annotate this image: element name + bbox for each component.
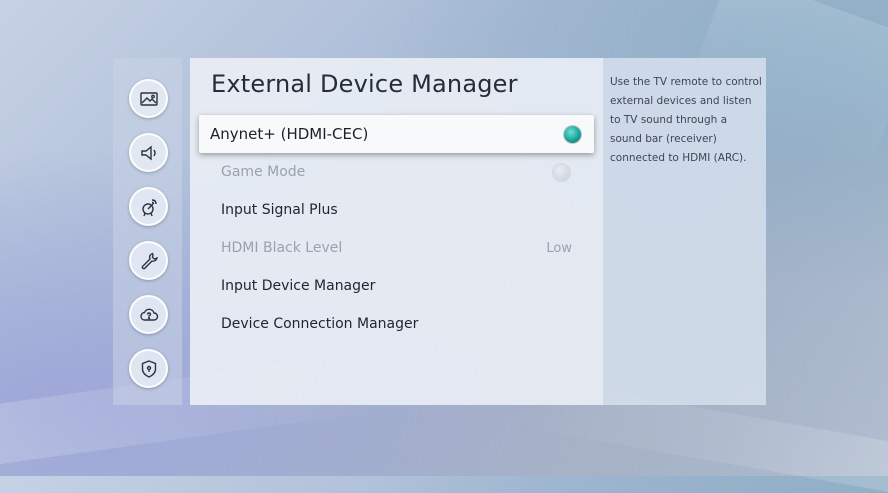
toggle-off-indicator	[553, 164, 570, 181]
privacy-shield-icon[interactable]	[129, 349, 168, 388]
menu-item-input-signal-plus[interactable]: Input Signal Plus	[199, 191, 593, 229]
menu-item-input-device-manager[interactable]: Input Device Manager	[199, 267, 593, 305]
menu-item-anynet[interactable]: Anynet+ (HDMI-CEC)	[199, 115, 594, 153]
menu-item-label: Input Device Manager	[221, 278, 376, 294]
menu-item-game-mode: Game Mode	[199, 153, 593, 191]
menu-item-device-connection-manager[interactable]: Device Connection Manager	[199, 305, 593, 343]
menu-item-label: Input Signal Plus	[221, 202, 338, 218]
menu-item-label: Anynet+ (HDMI-CEC)	[210, 125, 369, 143]
menu-item-label: HDMI Black Level	[221, 240, 343, 256]
support-cloud-icon[interactable]	[129, 295, 168, 334]
sound-icon[interactable]	[129, 133, 168, 172]
picture-icon[interactable]	[129, 79, 168, 118]
help-description-panel: Use the TV remote to control external de…	[603, 58, 766, 405]
general-wrench-icon[interactable]	[129, 241, 168, 280]
menu-item-value: Low	[546, 240, 572, 256]
page-title: External Device Manager	[211, 70, 518, 98]
menu-item-hdmi-black-level: HDMI Black Level Low	[199, 229, 593, 267]
external-device-manager-panel: External Device Manager Anynet+ (HDMI-CE…	[190, 58, 603, 405]
help-text: Use the TV remote to control external de…	[610, 76, 762, 164]
toggle-on-indicator[interactable]	[564, 126, 581, 143]
settings-sidebar	[113, 58, 182, 405]
menu-item-label: Game Mode	[221, 164, 306, 180]
menu-item-label: Device Connection Manager	[221, 316, 419, 332]
broadcasting-icon[interactable]	[129, 187, 168, 226]
